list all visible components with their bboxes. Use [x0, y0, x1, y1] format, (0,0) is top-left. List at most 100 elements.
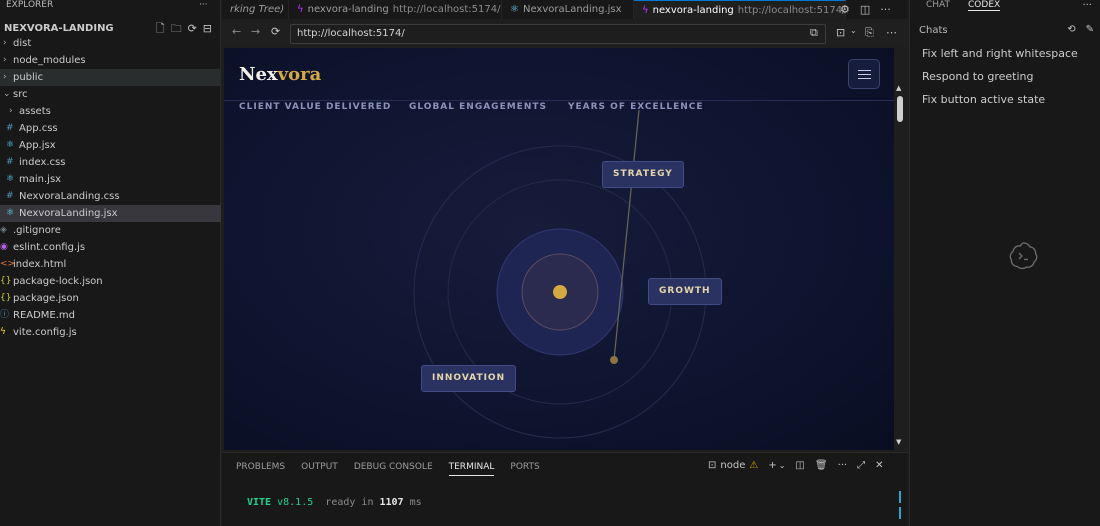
chevron-right-icon: › — [3, 38, 7, 48]
new-terminal-icon[interactable]: + — [768, 460, 776, 471]
reload-icon[interactable]: ⟳ — [271, 25, 280, 38]
chat-tabs: CHAT CODEX — [926, 0, 1001, 11]
editor-tab[interactable]: ⚛ NexvoraLanding.jsx — [502, 0, 634, 19]
tree-item[interactable]: # index.css — [0, 154, 221, 171]
terminal-dropdown-icon[interactable]: ⌄ — [779, 461, 786, 470]
tree-item[interactable]: › public — [0, 69, 221, 86]
tree-item[interactable]: ⚛ main.jsx — [0, 171, 221, 188]
chats-section-actions: ⟲ ✎ — [1067, 24, 1094, 35]
tree-item-label: NexvoraLanding.css — [19, 191, 120, 202]
back-icon[interactable]: ← — [232, 25, 241, 38]
browser-more-icon[interactable]: ⋯ — [886, 26, 897, 39]
panel-actions: ⊡ node ⚠ + ⌄ ◫ 🗑 ··· ⤢ ✕ — [708, 460, 884, 471]
vscode-window: EXPLORER ··· NEXVORA-LANDING 🗋 🗀 ⟳ ⊟ › di… — [0, 0, 1100, 526]
tree-item[interactable]: ⚛ NexvoraLanding.jsx — [0, 205, 221, 222]
chat-item[interactable]: Fix left and right whitespace — [922, 47, 1078, 60]
bottom-panel: PROBLEMS OUTPUT DEBUG CONSOLE TERMINAL PORTS… — [222, 452, 908, 526]
history-icon[interactable]: ⟲ — [1067, 24, 1075, 35]
chat-tab-chat[interactable]: CHAT — [926, 0, 950, 11]
tree-item-label: vite.config.js — [13, 327, 77, 338]
strategy-pill[interactable]: STRATEGY — [602, 161, 684, 188]
chevron-down-icon: ⌄ — [3, 89, 11, 99]
editor-tab-title: NexvoraLanding.jsx — [522, 4, 622, 15]
openai-icon[interactable]: ⚙ — [840, 3, 850, 16]
more-actions-icon[interactable]: ··· — [880, 3, 891, 16]
tree-item[interactable]: ⌄ src — [0, 86, 221, 103]
json-file-icon: {} — [0, 293, 12, 303]
split-editor-icon[interactable]: ◫ — [860, 3, 870, 16]
terminal-output[interactable]: VITE v8.1.5 ready in 1107 ms — [247, 497, 422, 508]
tree-item[interactable]: ⓘ README.md — [0, 307, 221, 324]
explorer-more-icon[interactable]: ··· — [199, 0, 208, 10]
project-name: NEXVORA-LANDING — [4, 23, 114, 34]
tree-item[interactable]: {} package-lock.json — [0, 273, 221, 290]
tree-item[interactable]: › node_modules — [0, 52, 221, 69]
vite-icon: ϟ — [642, 5, 649, 16]
terminal-icon: ⊡ — [708, 460, 717, 471]
terminal-name[interactable]: node — [720, 460, 745, 471]
devtools-icon[interactable]: ⊡ — [836, 26, 845, 39]
panel-tab-terminal[interactable]: TERMINAL — [448, 462, 495, 476]
tree-item[interactable]: › dist — [0, 35, 221, 52]
tree-item-label: package.json — [13, 293, 79, 304]
panel-tab-ports[interactable]: PORTS — [510, 462, 539, 476]
address-bar[interactable]: http://localhost:5174/ — [290, 24, 826, 44]
chat-header-more-icon[interactable]: ··· — [1082, 0, 1092, 11]
send-to-chat-icon[interactable]: ⎘ — [865, 26, 874, 40]
vite-icon: ϟ — [297, 4, 304, 15]
tree-item[interactable]: ◉ eslint.config.js — [0, 239, 221, 256]
tree-item-label: main.jsx — [19, 174, 62, 185]
tree-item[interactable]: {} package.json — [0, 290, 221, 307]
split-terminal-icon[interactable]: ◫ — [795, 460, 804, 471]
file-tree: › dist › node_modules › public ⌄ src › assets # App… — [0, 35, 221, 341]
maximize-panel-icon[interactable]: ⤢ — [857, 460, 865, 471]
orbit-diagram — [413, 109, 707, 439]
page-preview: Nexvora CLIENT VALUE DELIVERED GLOBAL EN… — [224, 48, 894, 450]
pointer-line — [613, 109, 640, 361]
tree-item[interactable]: # App.css — [0, 120, 221, 137]
panel-more-icon[interactable]: ··· — [838, 460, 848, 471]
preview-scrollbar[interactable]: ▲ ▼ — [896, 84, 904, 448]
devtools-chevron-icon[interactable]: ⌄ — [850, 26, 857, 35]
tree-item[interactable]: ϟ vite.config.js — [0, 324, 221, 341]
css-file-icon: # — [6, 157, 14, 167]
tree-item[interactable]: ⚛ App.jsx — [0, 137, 221, 154]
chat-item[interactable]: Respond to greeting — [922, 70, 1033, 83]
growth-pill[interactable]: GROWTH — [648, 278, 722, 305]
react-file-icon: ⚛ — [6, 174, 15, 184]
tree-item-label: NexvoraLanding.jsx — [19, 208, 118, 219]
chevron-right-icon: › — [3, 72, 7, 82]
tree-item[interactable]: # NexvoraLanding.css — [0, 188, 221, 205]
panel-tab-output[interactable]: OUTPUT — [301, 462, 338, 476]
tree-item[interactable]: ◈ .gitignore — [0, 222, 221, 239]
editor-tab[interactable]: ϟnexvora-landinghttp://localhost:5174/✕ — [634, 0, 846, 19]
tree-item[interactable]: <> index.html — [0, 256, 221, 273]
react-file-icon: ⚛ — [6, 140, 15, 150]
editor-tab-title: nexvora-landing — [652, 5, 734, 16]
editor-tab[interactable]: ϟ nexvora-landing http://localhost:5174/ — [289, 0, 502, 19]
new-chat-icon[interactable]: ✎ — [1086, 24, 1094, 35]
css-file-icon: # — [6, 123, 14, 133]
info-file-icon: ⓘ — [0, 310, 10, 320]
panel-tab-debug-console[interactable]: DEBUG CONSOLE — [354, 462, 433, 476]
tree-item-label: public — [13, 72, 44, 83]
copy-url-icon[interactable]: ⧉ — [810, 26, 818, 40]
chat-tab-codex[interactable]: CODEX — [968, 0, 1001, 11]
tree-item-label: assets — [19, 106, 51, 117]
tree-item[interactable]: › assets — [0, 103, 221, 120]
innovation-pill[interactable]: INNOVATION — [421, 365, 517, 392]
forward-icon[interactable]: → — [251, 25, 260, 38]
close-panel-icon[interactable]: ✕ — [875, 460, 883, 471]
chat-item[interactable]: Fix button active state — [922, 93, 1045, 106]
explorer-sidebar: EXPLORER ··· NEXVORA-LANDING 🗋 🗀 ⟳ ⊟ › di… — [0, 0, 221, 526]
editor-tab[interactable]: rking Tree) — [222, 0, 289, 19]
warning-icon: ⚠ — [749, 460, 759, 471]
core-dot — [553, 285, 567, 299]
scroll-thumb[interactable] — [897, 96, 903, 122]
vite-file-icon: ϟ — [0, 327, 6, 337]
tree-item-label: index.html — [13, 259, 67, 270]
tree-item-label: App.css — [19, 123, 58, 134]
panel-tab-problems[interactable]: PROBLEMS — [236, 462, 285, 476]
editor-tab-title: rking Tree) — [230, 4, 285, 15]
trash-icon[interactable]: 🗑 — [815, 460, 828, 471]
